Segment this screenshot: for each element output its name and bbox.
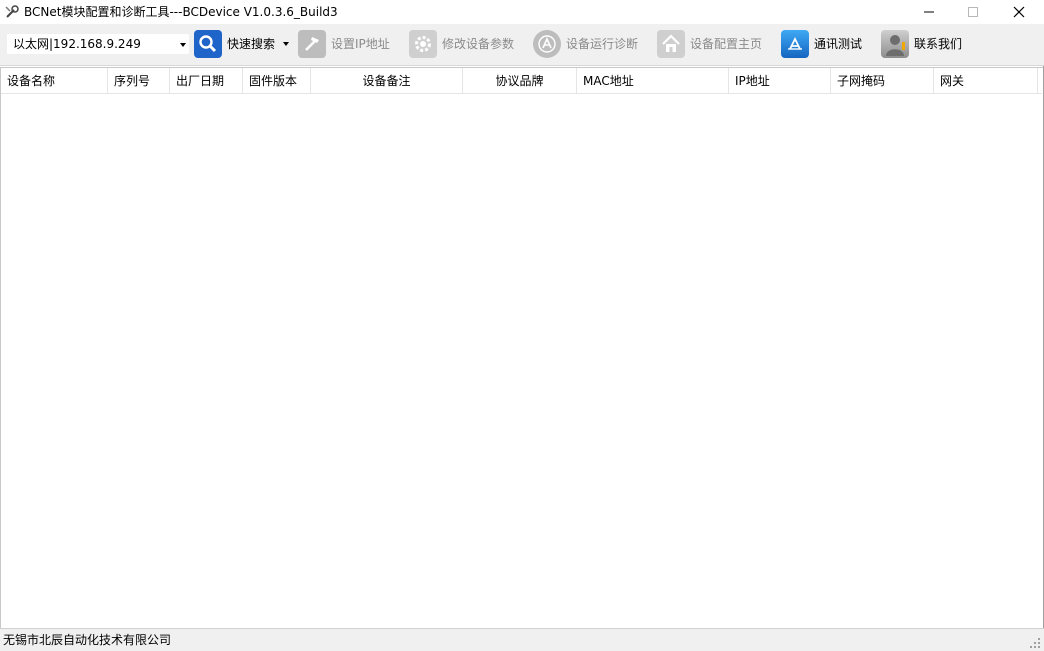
chevron-down-icon — [180, 43, 186, 47]
contact-button[interactable]: 联系我们 — [881, 28, 962, 60]
config-home-label: 设备配置主页 — [690, 36, 763, 51]
column-header-protocol-brand[interactable]: 协议品牌 — [463, 68, 577, 94]
diagnostics-button[interactable]: 设备运行诊断 — [533, 28, 638, 60]
maximize-button[interactable] — [950, 0, 996, 24]
close-button[interactable] — [996, 0, 1042, 24]
quick-search-label: 快速搜索 — [227, 36, 276, 51]
interface-combo[interactable]: 以太网|192.168.9.249 — [6, 33, 190, 55]
diagnostics-label: 设备运行诊断 — [566, 36, 639, 51]
person-icon — [881, 30, 909, 58]
column-header-subnet[interactable]: 子网掩码 — [831, 68, 934, 94]
column-header-manufacture-date[interactable]: 出厂日期 — [170, 68, 243, 94]
window-title: BCNet模块配置和诊断工具---BCDevice V1.0.3.6_Build… — [24, 5, 338, 19]
config-home-button[interactable]: 设备配置主页 — [657, 28, 762, 60]
column-header-ip[interactable]: IP地址 — [729, 68, 831, 94]
column-header-gateway[interactable]: 网关 — [934, 68, 1038, 94]
app-window: BCNet模块配置和诊断工具---BCDevice V1.0.3.6_Build… — [0, 0, 1044, 651]
contact-label: 联系我们 — [914, 36, 963, 51]
comm-test-button[interactable]: 通讯测试 — [781, 28, 862, 60]
comm-test-label: 通讯测试 — [814, 36, 863, 51]
search-icon — [194, 30, 222, 58]
appstore-icon — [533, 30, 561, 58]
maximize-icon — [968, 7, 978, 17]
toolbar: 以太网|192.168.9.249 快速搜索 设置IP地址 修改设备参数 设备运… — [0, 24, 1044, 66]
modify-params-button[interactable]: 修改设备参数 — [409, 28, 514, 60]
home-icon — [657, 30, 685, 58]
title-bar: BCNet模块配置和诊断工具---BCDevice V1.0.3.6_Build… — [0, 0, 1044, 24]
status-bar: 无锡市北辰自动化技术有限公司 — [0, 628, 1044, 651]
column-header-device-name[interactable]: 设备名称 — [1, 68, 108, 94]
close-icon — [1013, 6, 1025, 18]
hammer-icon — [298, 30, 326, 58]
column-header-mac[interactable]: MAC地址 — [577, 68, 729, 94]
device-table[interactable]: 设备名称 序列号 出厂日期 固件版本 设备备注 协议品牌 MAC地址 IP地址 … — [0, 67, 1043, 628]
company-name: 无锡市北辰自动化技术有限公司 — [3, 633, 172, 647]
column-header-remark[interactable]: 设备备注 — [311, 68, 463, 94]
gear-icon — [409, 30, 437, 58]
resize-grip-icon[interactable] — [1030, 638, 1040, 648]
interface-combo-value: 以太网|192.168.9.249 — [13, 37, 141, 51]
quick-search-button[interactable]: 快速搜索 — [194, 28, 290, 60]
app-icon — [5, 5, 19, 18]
minimize-button[interactable] — [906, 0, 952, 24]
set-ip-button[interactable]: 设置IP地址 — [298, 28, 390, 60]
set-ip-label: 设置IP地址 — [331, 36, 390, 51]
modify-params-label: 修改设备参数 — [442, 36, 515, 51]
minimize-icon — [924, 11, 934, 13]
table-header: 设备名称 序列号 出厂日期 固件版本 设备备注 协议品牌 MAC地址 IP地址 … — [1, 68, 1042, 94]
column-header-serial[interactable]: 序列号 — [108, 68, 170, 94]
column-header-firmware[interactable]: 固件版本 — [243, 68, 311, 94]
dropdown-arrow-icon[interactable] — [283, 42, 290, 46]
comm-test-icon — [781, 30, 809, 58]
